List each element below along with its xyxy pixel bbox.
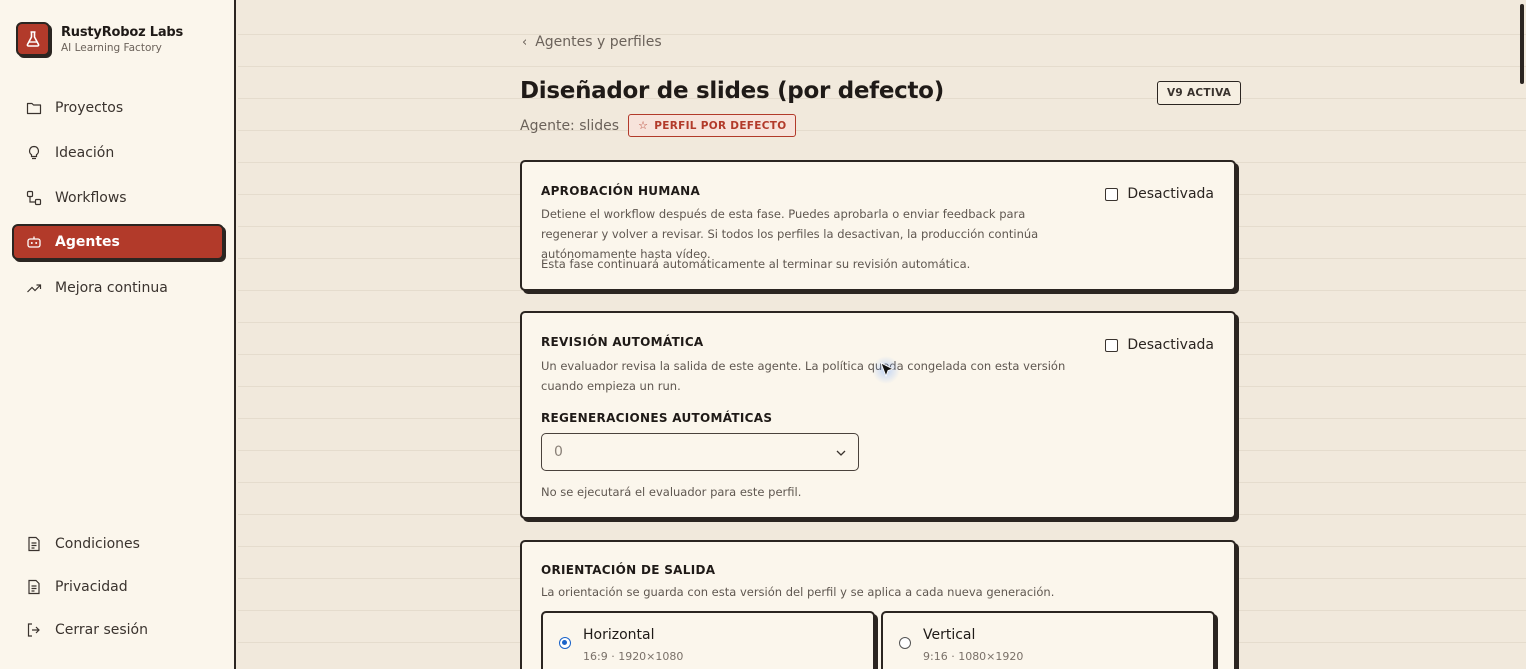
option-label: Horizontal	[583, 627, 655, 643]
agent-line: Agente: slides ☆ PERFIL POR DEFECTO	[520, 114, 797, 137]
default-badge-label: PERFIL POR DEFECTO	[654, 119, 787, 132]
sidebar-item-agentes[interactable]: Agentes	[12, 224, 224, 260]
orientation-title: ORIENTACIÓN DE SALIDA	[541, 563, 716, 577]
approval-note: Esta fase continuará automáticamente al …	[541, 257, 971, 271]
auto-review-toggle[interactable]: Desactivada	[1105, 337, 1214, 353]
document-icon	[26, 579, 42, 595]
sidebar-item-proyectos[interactable]: Proyectos	[12, 90, 224, 126]
auto-review-toggle-label: Desactivada	[1127, 337, 1214, 353]
sidebar-item-ideacion[interactable]: Ideación	[12, 135, 224, 171]
sidebar-item-label: Condiciones	[55, 536, 140, 552]
sidebar-item-label: Privacidad	[55, 579, 128, 595]
logout-icon	[26, 622, 42, 638]
approval-checkbox[interactable]	[1105, 187, 1119, 201]
page-title: Diseñador de slides (por defecto)	[520, 78, 944, 104]
back-label: Agentes y perfiles	[535, 34, 662, 50]
star-icon: ☆	[638, 119, 649, 132]
regen-label: REGENERACIONES AUTOMÁTICAS	[541, 411, 773, 425]
flask-icon	[16, 22, 50, 56]
trending-up-icon	[26, 280, 42, 296]
sidebar-item-condiciones[interactable]: Condiciones	[12, 526, 224, 562]
regen-select[interactable]: 0	[541, 433, 859, 471]
auto-review-card: REVISIÓN AUTOMÁTICA Desactivada Un evalu…	[520, 311, 1236, 519]
back-link[interactable]: ‹ Agentes y perfiles	[522, 34, 662, 50]
agent-label: Agente: slides	[520, 117, 620, 134]
mouse-cursor	[872, 356, 900, 384]
option-label: Vertical	[923, 627, 976, 643]
default-profile-badge: ☆ PERFIL POR DEFECTO	[628, 114, 797, 137]
sidebar-item-label: Ideación	[55, 145, 115, 161]
auto-review-note: No se ejecutará el evaluador para este p…	[541, 485, 802, 499]
approval-toggle-label: Desactivada	[1127, 186, 1214, 202]
sidebar-item-mejora-continua[interactable]: Mejora continua	[12, 270, 224, 306]
orientation-option-vertical[interactable]: Vertical 9:16 · 1080×1920	[881, 611, 1215, 669]
sidebar-item-label: Workflows	[55, 190, 127, 206]
lightbulb-icon	[26, 145, 42, 161]
approval-title: APROBACIÓN HUMANA	[541, 184, 701, 198]
scrollbar[interactable]	[1520, 4, 1524, 84]
version-badge: V9 ACTIVA	[1157, 81, 1242, 105]
radio-horizontal[interactable]	[559, 637, 571, 649]
option-sub: 16:9 · 1920×1080	[583, 650, 684, 663]
option-sub: 9:16 · 1080×1920	[923, 650, 1024, 663]
sidebar-item-privacidad[interactable]: Privacidad	[12, 569, 224, 605]
orientation-description: La orientación se guarda con esta versió…	[541, 585, 1055, 599]
sidebar-item-label: Proyectos	[55, 100, 124, 116]
approval-card: APROBACIÓN HUMANA Desactivada Detiene el…	[520, 160, 1236, 291]
chevron-left-icon: ‹	[522, 34, 528, 50]
auto-review-description: Un evaluador revisa la salida de este ag…	[541, 359, 1066, 393]
orientation-option-horizontal[interactable]: Horizontal 16:9 · 1920×1080	[541, 611, 875, 669]
main-content: ‹ Agentes y perfiles Diseñador de slides…	[238, 0, 1526, 669]
auto-review-checkbox[interactable]	[1105, 338, 1119, 352]
approval-toggle[interactable]: Desactivada	[1105, 186, 1214, 202]
radio-vertical[interactable]	[899, 637, 911, 649]
sidebar-item-label: Agentes	[55, 234, 120, 250]
brand[interactable]: RustyRoboz Labs AI Learning Factory	[16, 22, 183, 56]
brand-subtitle: AI Learning Factory	[61, 41, 162, 54]
bot-icon	[26, 234, 42, 250]
regen-value: 0	[554, 444, 563, 460]
sidebar-item-label: Cerrar sesión	[55, 622, 148, 638]
auto-review-title: REVISIÓN AUTOMÁTICA	[541, 335, 704, 349]
document-icon	[26, 536, 42, 552]
sidebar-item-workflows[interactable]: Workflows	[12, 180, 224, 216]
workflow-icon	[26, 190, 42, 206]
folder-icon	[26, 100, 42, 116]
orientation-card: ORIENTACIÓN DE SALIDA La orientación se …	[520, 540, 1236, 669]
sidebar-item-cerrar-sesion[interactable]: Cerrar sesión	[12, 612, 224, 648]
sidebar: RustyRoboz Labs AI Learning Factory Proy…	[0, 0, 236, 669]
brand-name: RustyRoboz Labs	[61, 24, 184, 40]
chevron-down-icon	[836, 444, 846, 460]
sidebar-item-label: Mejora continua	[55, 280, 168, 296]
